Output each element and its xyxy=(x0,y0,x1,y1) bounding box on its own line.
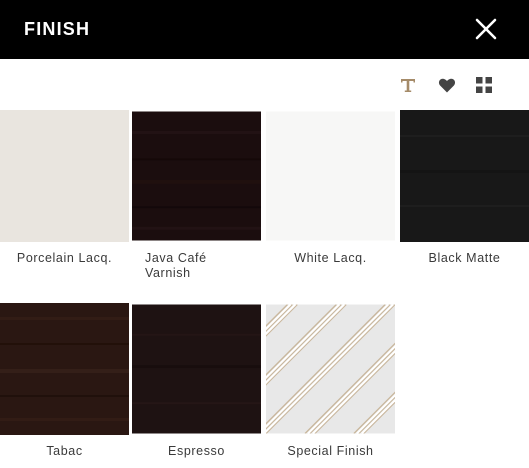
swatch-image xyxy=(400,110,529,242)
heart-icon[interactable] xyxy=(437,75,457,95)
swatch-image xyxy=(132,111,261,241)
swatch-espresso[interactable]: Espresso xyxy=(132,303,261,459)
swatch-label: Porcelain Lacq. xyxy=(16,251,113,265)
swatch-label: Special Finish xyxy=(287,444,374,458)
swatch-special-finish[interactable]: Special Finish xyxy=(266,303,395,459)
swatch-label: Espresso xyxy=(168,444,225,458)
text-icon[interactable] xyxy=(398,75,418,95)
grid-icon[interactable] xyxy=(474,75,494,95)
swatch-porcelain-lacq[interactable]: Porcelain Lacq. xyxy=(0,110,129,266)
swatch-label: Tabac xyxy=(46,444,83,458)
modal-title: FINISH xyxy=(24,19,91,39)
swatch-image xyxy=(132,304,261,434)
swatch-image xyxy=(266,111,395,241)
swatch-tabac[interactable]: Tabac xyxy=(0,303,129,459)
swatch-white-lacq[interactable]: White Lacq. xyxy=(266,110,395,266)
swatch-label: Java Café Varnish xyxy=(145,251,207,280)
swatch-label: Black Matte xyxy=(428,251,501,265)
swatch-java-cafe-varnish[interactable]: Java Café Varnish xyxy=(132,110,261,281)
swatch-black-matte[interactable]: Black Matte xyxy=(400,110,529,266)
swatch-image xyxy=(266,304,395,434)
close-icon[interactable] xyxy=(472,15,500,43)
swatch-image xyxy=(0,110,129,242)
swatch-label: White Lacq. xyxy=(294,251,367,265)
view-toolbar xyxy=(0,59,529,110)
swatch-image xyxy=(0,303,129,435)
modal-header: FINISH xyxy=(0,0,529,59)
